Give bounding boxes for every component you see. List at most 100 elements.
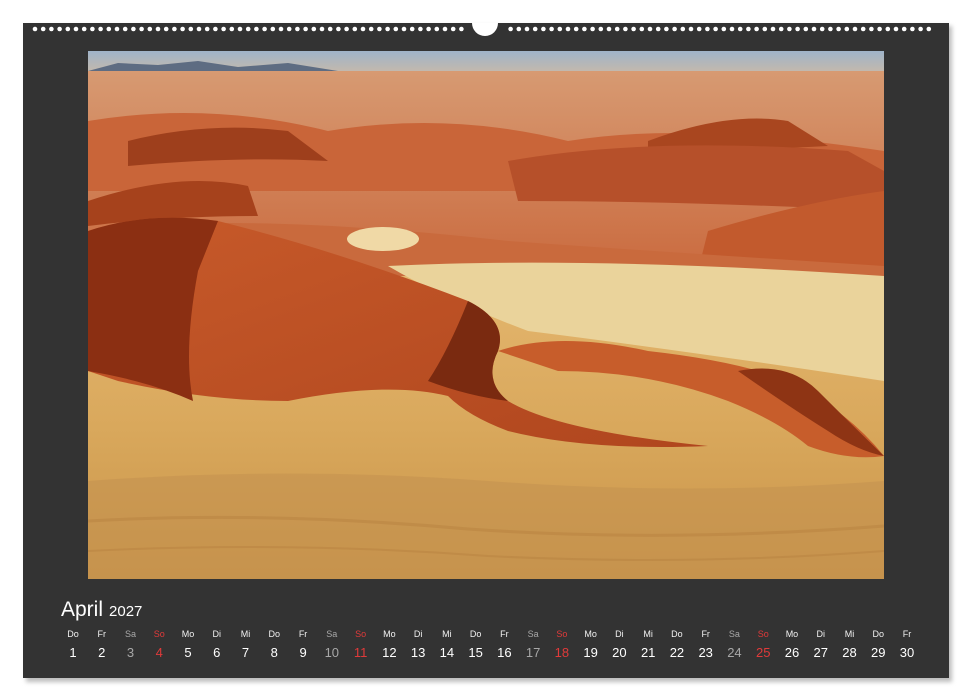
binding-hole <box>508 26 513 32</box>
day-abbr: Sa <box>728 629 740 639</box>
day-abbr: Mi <box>844 629 855 639</box>
binding-hole <box>516 26 522 32</box>
binding-hole <box>40 26 46 32</box>
day-abbr: Di <box>615 629 624 639</box>
binding-hole <box>90 26 95 32</box>
day-abbr: Do <box>872 629 884 639</box>
day-number: 2 <box>98 645 106 660</box>
binding-hole <box>606 26 612 32</box>
binding-hole <box>286 26 292 32</box>
day-abbr: Mi <box>240 629 251 639</box>
day-abbr: Mo <box>584 629 597 639</box>
days-grid: Do 1 Fr 2 Sa 3 So 4 Mo 5 Di 6 Mi 7 Do 8 Fr 9 Sa 10 So 11 Mo 12 D… <box>59 628 921 668</box>
binding-hole <box>139 26 144 32</box>
binding-hole <box>836 26 841 32</box>
day-number: 5 <box>184 645 192 660</box>
binding-hole <box>926 26 932 32</box>
day-number: 30 <box>899 645 915 660</box>
day-cell: Di 13 <box>404 628 432 661</box>
day-cell: Mo 19 <box>577 628 605 661</box>
day-abbr: So <box>153 629 165 639</box>
day-number: 25 <box>755 645 771 660</box>
day-number: 15 <box>468 645 483 660</box>
binding-hole <box>582 26 587 32</box>
day-cell: Do 1 <box>59 628 87 661</box>
binding-hole <box>180 26 185 32</box>
binding-hole <box>614 26 620 32</box>
day-number: 9 <box>299 645 307 660</box>
binding-hole <box>713 26 718 32</box>
month-name: April <box>61 598 104 621</box>
binding-hole <box>696 26 702 32</box>
day-number: 18 <box>554 645 570 660</box>
day-number: 1 <box>69 645 77 660</box>
binding-hole <box>590 26 595 32</box>
binding-hole <box>98 26 103 32</box>
day-number: 14 <box>439 645 455 660</box>
binding-hole <box>434 26 440 32</box>
binding-hole <box>172 26 177 32</box>
binding-hole <box>811 26 817 32</box>
binding-hole <box>131 26 136 32</box>
binding-hole <box>49 26 54 32</box>
binding-hole <box>819 26 825 32</box>
binding-hole <box>746 26 751 32</box>
binding-hole <box>147 26 153 32</box>
day-cell: Do 29 <box>864 628 892 661</box>
day-abbr: Fr <box>97 629 107 639</box>
day-abbr: Mo <box>785 629 799 639</box>
binding-hole <box>327 26 333 32</box>
binding-hole <box>737 26 743 32</box>
day-number: 4 <box>155 645 163 660</box>
day-number: 16 <box>497 645 512 660</box>
binding-hole <box>106 26 112 32</box>
day-abbr: Di <box>413 629 423 639</box>
binding-hole <box>803 26 809 32</box>
day-abbr: Fr <box>701 629 710 639</box>
binding-hole <box>57 26 62 32</box>
day-cell: So 4 <box>145 628 173 661</box>
binding-hole <box>688 26 694 32</box>
day-cell: Mi 21 <box>634 628 662 661</box>
binding-hole <box>163 26 169 32</box>
binding-hole <box>672 26 677 32</box>
binding-hole <box>901 26 907 32</box>
binding-hole <box>541 26 546 32</box>
day-cell: Di 27 <box>807 628 835 661</box>
binding-hole <box>221 26 226 32</box>
binding-hole <box>885 26 891 32</box>
day-cell: So 11 <box>347 628 375 661</box>
day-number: 26 <box>784 645 800 660</box>
binding-hole <box>655 26 661 32</box>
desert-dunes-image <box>88 51 884 579</box>
binding-hole <box>762 26 768 32</box>
binding-hole <box>852 26 858 32</box>
binding-hole <box>573 26 579 32</box>
day-abbr: So <box>757 629 769 639</box>
day-number: 10 <box>324 645 340 660</box>
day-cell: Fr 23 <box>692 628 720 661</box>
binding-hole <box>680 26 686 32</box>
binding-hole <box>401 26 407 32</box>
binding-hole <box>418 26 423 32</box>
day-cell: So 25 <box>749 628 777 661</box>
day-number: 24 <box>727 645 742 660</box>
binding-hole <box>213 26 218 32</box>
day-cell: Sa 24 <box>720 628 748 661</box>
binding-hole <box>664 26 669 32</box>
day-abbr: Sa <box>326 629 338 639</box>
binding-hole <box>869 26 874 32</box>
day-number: 29 <box>871 645 886 660</box>
day-cell: Mi 14 <box>433 628 461 661</box>
binding-hole <box>196 26 202 32</box>
day-number: 7 <box>241 645 250 660</box>
day-number: 11 <box>353 645 368 660</box>
binding-hole <box>73 26 79 32</box>
binding-hole <box>549 26 554 32</box>
binding-hole <box>910 26 915 32</box>
binding-hole <box>787 26 792 32</box>
day-cell: Di 20 <box>605 628 633 661</box>
day-cell: Fr 16 <box>490 628 518 661</box>
day-number: 23 <box>698 645 713 660</box>
binding-hole <box>532 26 538 32</box>
